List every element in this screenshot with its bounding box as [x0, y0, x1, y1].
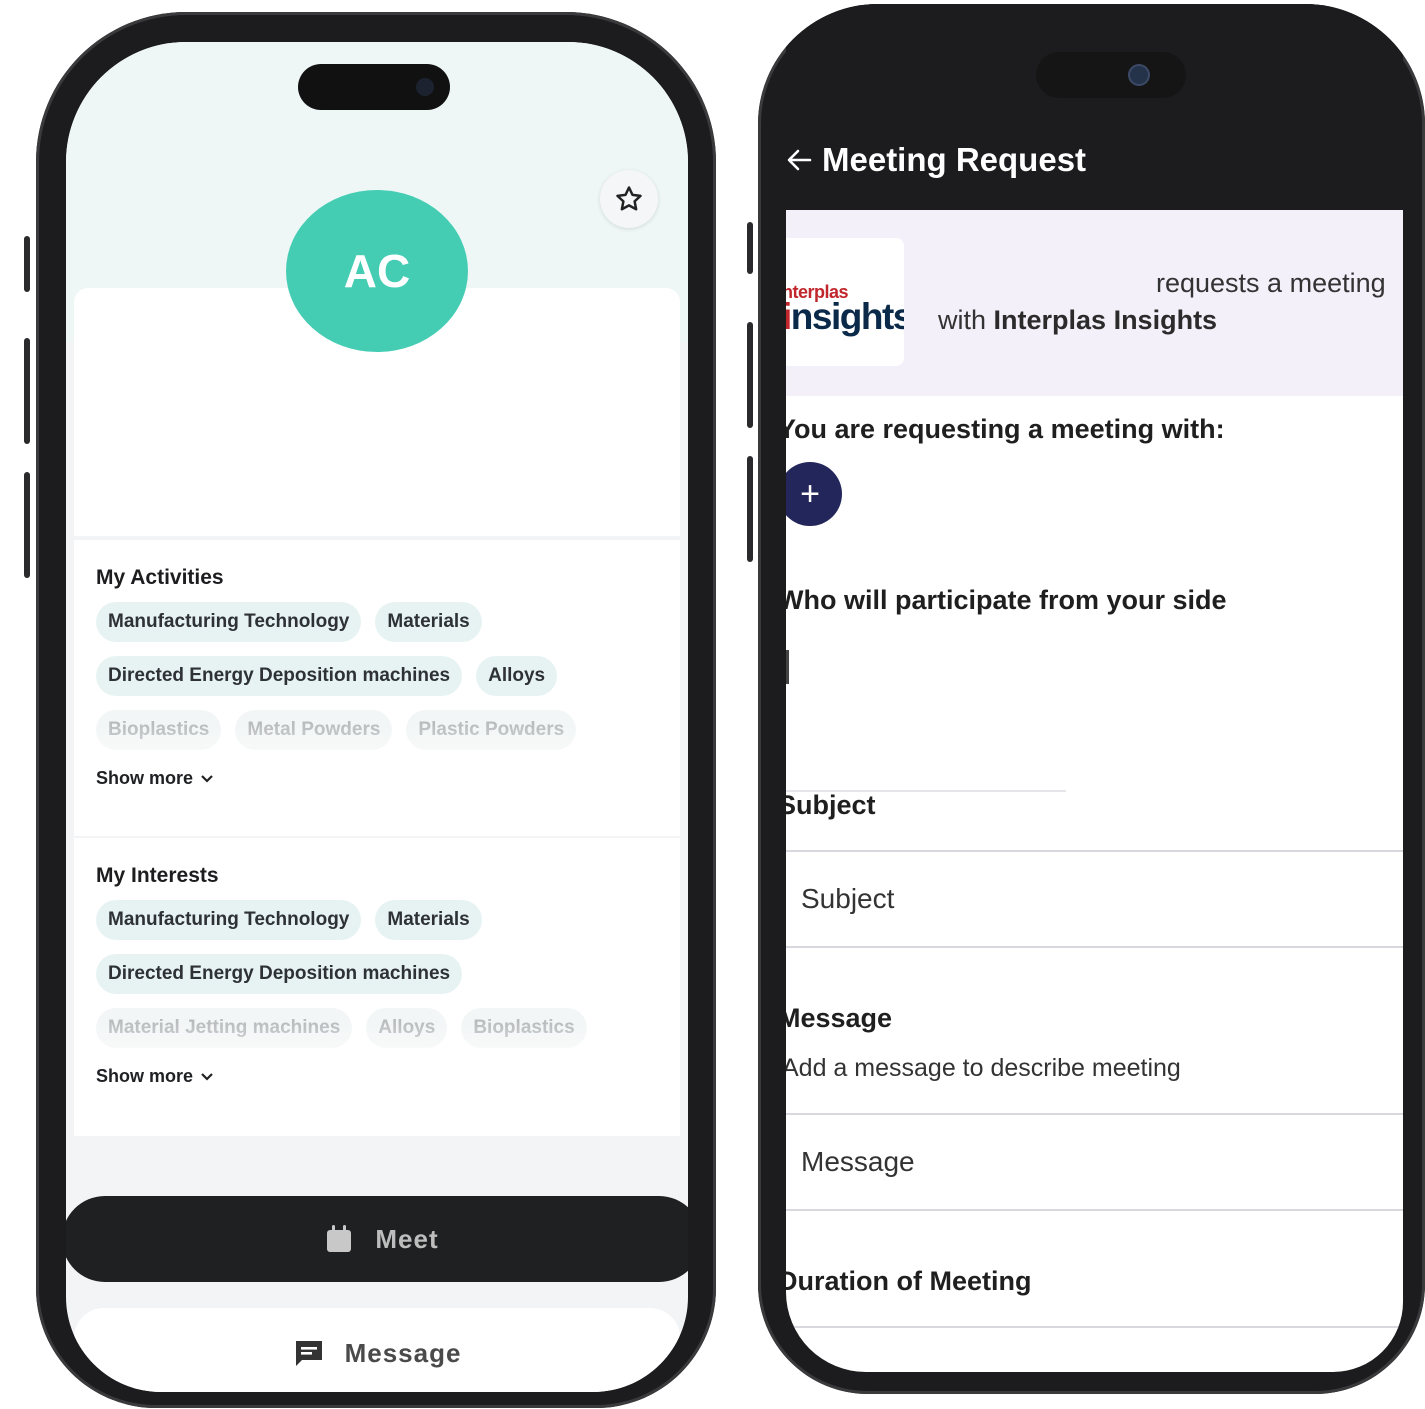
meeting-phone-frame: Meeting Request nterplas insights reques…	[758, 4, 1425, 1394]
with-company-text: with Interplas Insights	[938, 305, 1218, 335]
chip[interactable]: Bioplastics	[96, 710, 222, 750]
my-interests-section: My Interests Manufacturing Technology Ma…	[74, 838, 680, 1136]
chip[interactable]: Manufacturing Technology	[96, 900, 362, 940]
show-more-label: Show more	[96, 768, 194, 788]
message-field[interactable]	[786, 1113, 1403, 1211]
front-camera-icon	[1130, 66, 1148, 84]
message-helper-text: Add a message to describe meeting	[786, 1054, 1181, 1082]
meet-button-label: Meet	[375, 1223, 439, 1254]
duration-label: Duration of Meeting	[786, 1266, 1032, 1296]
phone-volume-up-button	[747, 322, 753, 428]
scroll-indicator	[786, 650, 789, 684]
my-activities-section: My Activities Manufacturing Technology M…	[74, 540, 680, 836]
page-title: Meeting Request	[822, 141, 1087, 178]
plus-icon: +	[800, 474, 820, 513]
chip[interactable]: Directed Energy Deposition machines	[96, 656, 463, 696]
dynamic-island	[1036, 52, 1186, 98]
subject-input[interactable]	[786, 852, 1403, 946]
meet-button[interactable]: Meet	[66, 1196, 688, 1282]
message-input[interactable]	[786, 1115, 1403, 1209]
show-more-activities-button[interactable]: Show more	[96, 768, 680, 789]
logo-text-main: insights	[786, 296, 904, 337]
requesting-label: You are requesting a meeting with:	[786, 414, 1225, 444]
phone-volume-down-button	[747, 456, 753, 562]
chip[interactable]: Alloys	[366, 1008, 448, 1048]
avatar-initials: AC	[343, 245, 411, 297]
app-bar: Meeting Request	[786, 110, 1403, 210]
company-name: Interplas Insights	[993, 305, 1218, 335]
meeting-request-screen: Meeting Request nterplas insights reques…	[786, 110, 1403, 1372]
request-banner: nterplas insights requests a meeting wit…	[786, 210, 1403, 396]
favorite-button[interactable]	[600, 170, 658, 228]
message-label: Message	[786, 1003, 893, 1033]
chip[interactable]: Directed Energy Deposition machines	[96, 954, 463, 994]
section-title-activities: My Activities	[96, 566, 224, 589]
chevron-down-icon	[201, 1072, 213, 1081]
requests-text: requests a meeting	[1156, 268, 1386, 298]
avatar: AC	[286, 190, 468, 352]
phone-side-button	[24, 236, 30, 292]
section-title-interests: My Interests	[96, 864, 219, 887]
subject-label: Subject	[786, 790, 876, 820]
star-outline-icon	[616, 186, 642, 211]
message-button-label: Message	[344, 1337, 462, 1368]
dynamic-island	[298, 64, 450, 110]
chip[interactable]: Alloys	[476, 656, 558, 696]
status-bar-area	[786, 4, 1403, 110]
phone-side-button	[747, 222, 753, 274]
phone-volume-up-button	[24, 338, 30, 444]
chevron-down-icon	[201, 774, 213, 783]
arrow-left-icon	[787, 149, 812, 171]
chip[interactable]: Materials	[375, 900, 482, 940]
company-logo: nterplas insights	[786, 238, 904, 366]
profile-screen: AC My Activities Manufacturing Technolog…	[66, 42, 688, 1392]
add-attendee-button[interactable]: +	[786, 462, 842, 526]
chip[interactable]: Metal Powders	[235, 710, 393, 750]
message-button[interactable]: Message	[74, 1308, 680, 1392]
phone-volume-down-button	[24, 472, 30, 578]
chip[interactable]: Manufacturing Technology	[96, 602, 362, 642]
show-more-interests-button[interactable]: Show more	[96, 1066, 680, 1087]
subject-field[interactable]	[786, 850, 1403, 948]
interests-chips: Manufacturing Technology Materials Direc…	[86, 900, 666, 1058]
profile-phone-frame: AC My Activities Manufacturing Technolog…	[24, 12, 716, 1408]
chip[interactable]: Material Jetting machines	[96, 1008, 353, 1048]
divider	[786, 1326, 1403, 1328]
chip[interactable]: Plastic Powders	[406, 710, 577, 750]
participate-label: Who will participate from your side	[786, 585, 1227, 615]
chip[interactable]: Materials	[375, 602, 482, 642]
chat-bubble-icon	[295, 1341, 322, 1366]
activities-chips: Manufacturing Technology Materials Direc…	[86, 602, 666, 760]
front-camera-icon	[416, 78, 434, 96]
show-more-label: Show more	[96, 1066, 194, 1086]
calendar-icon	[327, 1225, 352, 1252]
chip[interactable]: Bioplastics	[461, 1008, 587, 1048]
back-button[interactable]	[786, 140, 822, 180]
